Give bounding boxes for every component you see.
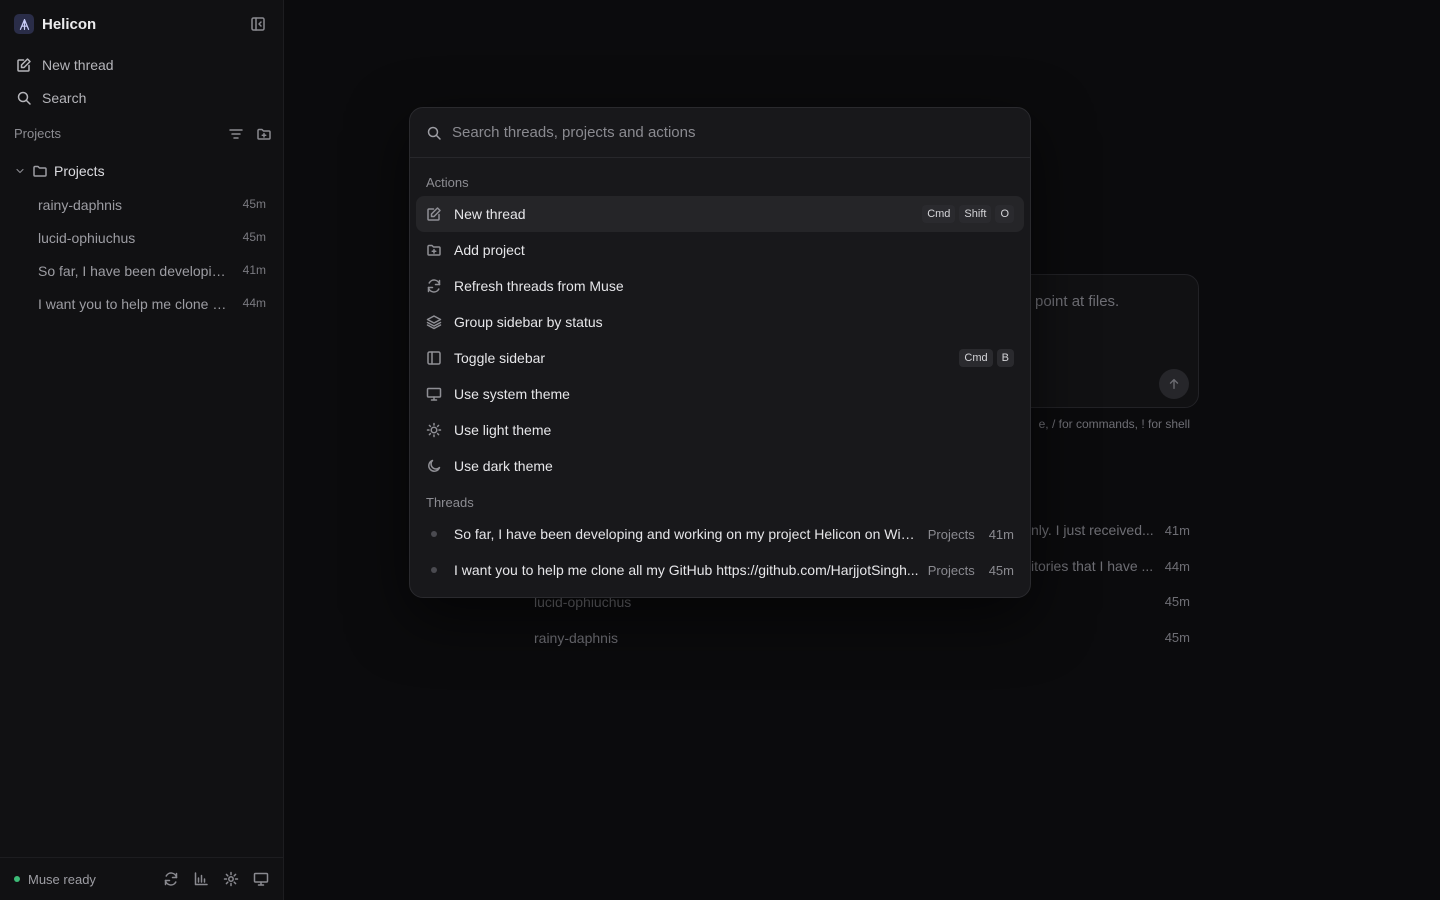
chart-icon[interactable] [193,871,209,887]
recent-thread-ago: 44m [1164,559,1190,574]
action-label: Group sidebar by status [454,314,603,330]
recent-thread-ago: 45m [1164,630,1190,645]
shortcut-key: Cmd [959,349,993,367]
projects-folder[interactable]: Projects [14,163,105,179]
recent-thread-ago: 41m [1164,523,1190,538]
refresh-icon[interactable] [163,871,179,887]
new-thread-button[interactable]: New thread [16,57,114,73]
palette-thread-item[interactable]: So far, I have been developing and worki… [416,516,1024,552]
action-light-theme[interactable]: Use light theme [416,412,1024,448]
composer-placeholder: point at files. [1035,293,1120,310]
thread-title: lucid-ophiuchus [38,230,136,246]
command-palette: Actions New thread Cmd Shift O Add proje… [409,107,1031,598]
action-add-project[interactable]: Add project [416,232,1024,268]
threads-group-label: Threads [426,495,474,510]
thread-title: So far, I have been developin... [38,263,230,279]
edit-icon [17,58,31,72]
sidebar-thread-item[interactable]: So far, I have been developin... 41m [38,263,266,279]
recent-thread-title: itories that I have ... [1031,558,1154,574]
palette-search-input[interactable] [452,124,992,141]
folder-plus-icon[interactable] [256,126,272,142]
send-button[interactable] [1159,369,1189,399]
folder-plus-icon [427,244,441,256]
edit-icon [427,207,441,221]
search-button[interactable]: Search [16,90,86,106]
search-icon [427,126,441,140]
action-group-sidebar[interactable]: Group sidebar by status [416,304,1024,340]
thread-title: I want you to help me clone al... [38,296,230,312]
action-toggle-sidebar[interactable]: Toggle sidebar Cmd B [416,340,1024,376]
action-new-thread[interactable]: New thread Cmd Shift O [416,196,1024,232]
action-system-theme[interactable]: Use system theme [416,376,1024,412]
thread-ago: 41m [988,526,1014,542]
folder-open-icon [33,165,47,177]
recent-thread-ago: 45m [1164,594,1190,609]
palette-thread-item[interactable]: I want you to help me clone all my GitHu… [416,552,1024,588]
action-label: Add project [454,242,525,258]
shortcut-key: O [995,205,1014,223]
shortcut-key: B [996,349,1014,367]
collapse-sidebar-button[interactable] [250,16,266,32]
sidebar-collapse-icon [251,17,265,31]
thread-title: So far, I have been developing and worki… [453,526,920,542]
thread-title: rainy-daphnis [38,197,123,213]
brand[interactable]: Helicon [14,14,96,34]
thread-status-dot [431,567,437,573]
action-dark-theme[interactable]: Use dark theme [416,448,1024,484]
moon-icon [428,459,441,472]
search-icon [17,91,31,105]
thread-ago: 45m [242,230,266,244]
action-label: Toggle sidebar [454,350,546,366]
arrow-up-icon [1169,378,1179,390]
action-label: New thread [454,206,526,222]
thread-status-dot [431,531,437,537]
sidebar: Helicon New thread Search Projects Proje… [0,0,284,900]
action-refresh-threads[interactable]: Refresh threads from Muse [416,268,1024,304]
recent-thread-title: nly. I just received... [1031,522,1154,538]
sidebar-thread-item[interactable]: rainy-daphnis 45m [38,197,266,213]
thread-project: Projects [927,526,975,542]
thread-title: I want you to help me clone all my GitHu… [454,562,919,578]
projects-section-label: Projects [14,126,61,141]
shortcut-key: Shift [959,205,992,223]
thread-ago: 41m [242,263,266,277]
new-thread-label: New thread [42,57,114,73]
monitor-icon [426,387,442,401]
recent-thread-row[interactable]: rainy-daphnis 45m [534,630,1190,646]
sidebar-icon [427,351,441,365]
recent-thread-title: rainy-daphnis [534,630,619,646]
shortcut: Cmd B [959,349,1014,367]
search-label: Search [42,90,87,106]
sidebar-thread-item[interactable]: I want you to help me clone al... 44m [38,296,266,312]
thread-project: Projects [927,562,975,578]
sun-icon [426,422,442,438]
thread-ago: 44m [242,296,266,310]
layers-icon [426,315,442,330]
status-dot [14,876,20,882]
palette-search-bar [410,108,1030,158]
action-label: Use system theme [454,386,570,402]
thread-ago: 45m [988,562,1014,578]
shortcut: Cmd Shift O [922,205,1014,223]
action-label: Use dark theme [454,458,553,474]
folder-name: Projects [54,163,105,179]
filter-icon[interactable] [228,126,244,142]
thread-ago: 45m [242,197,266,211]
sidebar-thread-item[interactable]: lucid-ophiuchus 45m [38,230,266,246]
actions-group-label: Actions [426,175,469,190]
action-label: Use light theme [454,422,552,438]
shortcut-key: Cmd [922,205,956,223]
refresh-icon [427,279,441,293]
sidebar-footer: Muse ready [0,857,283,900]
app-name: Helicon [42,15,97,33]
chevron-down-icon [16,168,24,174]
helicon-logo-icon [14,14,34,34]
section-actions [228,126,272,142]
gear-icon[interactable] [223,871,239,887]
monitor-icon[interactable] [253,871,269,887]
status-text: Muse ready [28,871,96,887]
action-label: Refresh threads from Muse [454,278,624,294]
